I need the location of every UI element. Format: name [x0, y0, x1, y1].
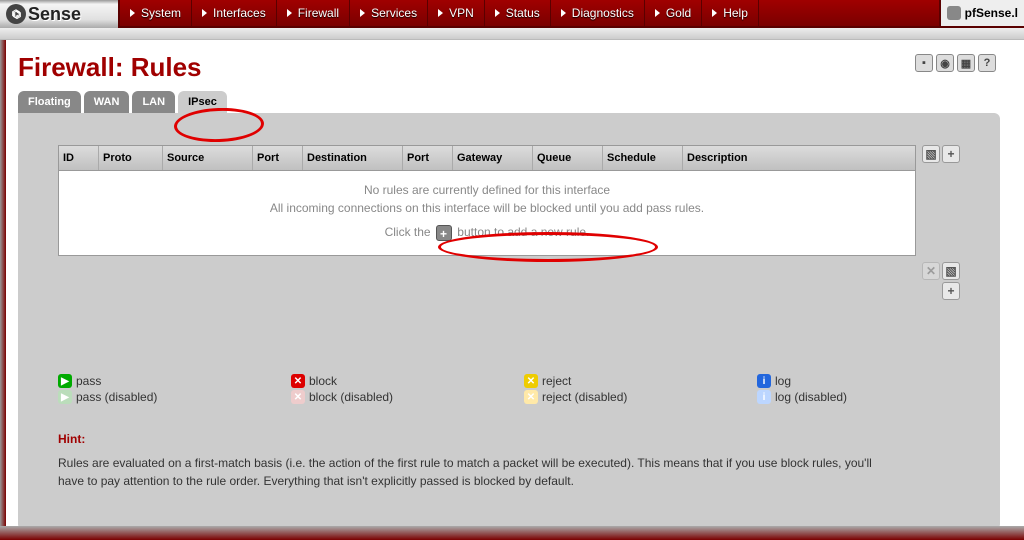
lower-side-buttons: ✕ ▧ +	[918, 262, 960, 300]
page-action-icons: ▪ ◉ ▦ ?	[915, 54, 996, 72]
legend-block-disabled: ✕block (disabled)	[291, 390, 494, 404]
add-hint-line: Click the button to add a new rule.	[67, 223, 907, 241]
logo: ⌬ Sense	[0, 0, 120, 28]
empty-line-2: All incoming connections on this interfa…	[67, 199, 907, 217]
table-side-buttons: ▧ +	[922, 145, 960, 256]
gradient-divider	[0, 28, 1024, 40]
reject-disabled-icon: ✕	[524, 390, 538, 404]
rules-panel: IDProtoSourcePortDestinationPortGatewayQ…	[18, 113, 1000, 530]
move-button-2[interactable]: ▧	[942, 262, 960, 280]
logo-icon: ⌬	[6, 4, 26, 24]
legend-log-disabled: ilog (disabled)	[757, 390, 960, 404]
move-button[interactable]: ▧	[922, 145, 940, 163]
col-queue: Queue	[533, 146, 603, 170]
log-icon: i	[757, 374, 771, 388]
col-gateway: Gateway	[453, 146, 533, 170]
table-header: IDProtoSourcePortDestinationPortGatewayQ…	[59, 146, 915, 171]
legend-block: ✕block	[291, 374, 494, 388]
nav-arrow-icon	[495, 9, 500, 17]
nav-arrow-icon	[287, 9, 292, 17]
empty-line-1: No rules are currently defined for this …	[67, 181, 907, 199]
tab-lan[interactable]: LAN	[132, 91, 175, 113]
refresh-icon[interactable]: ◉	[936, 54, 954, 72]
table-row-wrap: IDProtoSourcePortDestinationPortGatewayQ…	[58, 145, 960, 256]
top-navbar: ⌬ Sense SystemInterfacesFirewallServices…	[0, 0, 1024, 28]
col-port: Port	[253, 146, 303, 170]
add-rule-button-icon[interactable]	[436, 225, 452, 241]
block-disabled-icon: ✕	[291, 390, 305, 404]
add-button[interactable]: +	[942, 145, 960, 163]
nav-status[interactable]: Status	[485, 0, 551, 26]
col-port: Port	[403, 146, 453, 170]
host-icon	[947, 6, 961, 20]
log-disabled-icon: i	[757, 390, 771, 404]
col-description: Description	[683, 146, 915, 170]
block-icon: ✕	[291, 374, 305, 388]
save-icon[interactable]: ▦	[957, 54, 975, 72]
pass-disabled-icon: ▶	[58, 390, 72, 404]
nav-vpn[interactable]: VPN	[428, 0, 485, 26]
delete-button[interactable]: ✕	[922, 262, 940, 280]
col-destination: Destination	[303, 146, 403, 170]
nav-arrow-icon	[202, 9, 207, 17]
nav-services[interactable]: Services	[350, 0, 428, 26]
add-hint-post: button to add a new rule.	[457, 225, 589, 239]
legend-pass-disabled: ▶pass (disabled)	[58, 390, 261, 404]
add-button-2[interactable]: +	[942, 282, 960, 300]
bottom-rail	[0, 526, 1024, 540]
legend-log: ilog	[757, 374, 960, 388]
col-id: ID	[59, 146, 99, 170]
nav-diagnostics[interactable]: Diagnostics	[551, 0, 645, 26]
legend-reject: ✕reject	[524, 374, 727, 388]
legend: ▶pass ✕block ✕reject ilog ▶pass (disable…	[58, 374, 960, 404]
main-nav: SystemInterfacesFirewallServicesVPNStatu…	[120, 0, 939, 26]
tab-ipsec[interactable]: IPsec	[178, 91, 227, 113]
nav-arrow-icon	[561, 9, 566, 17]
nav-interfaces[interactable]: Interfaces	[192, 0, 277, 26]
col-proto: Proto	[99, 146, 163, 170]
nav-arrow-icon	[438, 9, 443, 17]
nav-arrow-icon	[712, 9, 717, 17]
help-icon[interactable]: ?	[978, 54, 996, 72]
nav-gold[interactable]: Gold	[645, 0, 702, 26]
nav-firewall[interactable]: Firewall	[277, 0, 350, 26]
hostname-box[interactable]: pfSense.l	[939, 0, 1024, 26]
hostname-text: pfSense.l	[965, 6, 1018, 20]
nav-arrow-icon	[655, 9, 660, 17]
col-source: Source	[163, 146, 253, 170]
page-title: Firewall: Rules	[18, 52, 1000, 83]
nav-arrow-icon	[130, 9, 135, 17]
status-icon[interactable]: ▪	[915, 54, 933, 72]
nav-arrow-icon	[360, 9, 365, 17]
interface-tabs: FloatingWANLANIPsec	[18, 91, 1000, 113]
add-hint-pre: Click the	[385, 225, 434, 239]
nav-help[interactable]: Help	[702, 0, 759, 26]
hint-label: Hint:	[58, 432, 960, 446]
reject-icon: ✕	[524, 374, 538, 388]
legend-reject-disabled: ✕reject (disabled)	[524, 390, 727, 404]
nav-system[interactable]: System	[120, 0, 192, 26]
hint-text: Rules are evaluated on a first-match bas…	[58, 454, 878, 490]
tab-wan[interactable]: WAN	[84, 91, 130, 113]
tab-floating[interactable]: Floating	[18, 91, 81, 113]
legend-pass: ▶pass	[58, 374, 261, 388]
pass-icon: ▶	[58, 374, 72, 388]
table-body-empty: No rules are currently defined for this …	[59, 171, 915, 255]
rules-table: IDProtoSourcePortDestinationPortGatewayQ…	[58, 145, 916, 256]
brand-text: Sense	[28, 4, 81, 25]
col-schedule: Schedule	[603, 146, 683, 170]
